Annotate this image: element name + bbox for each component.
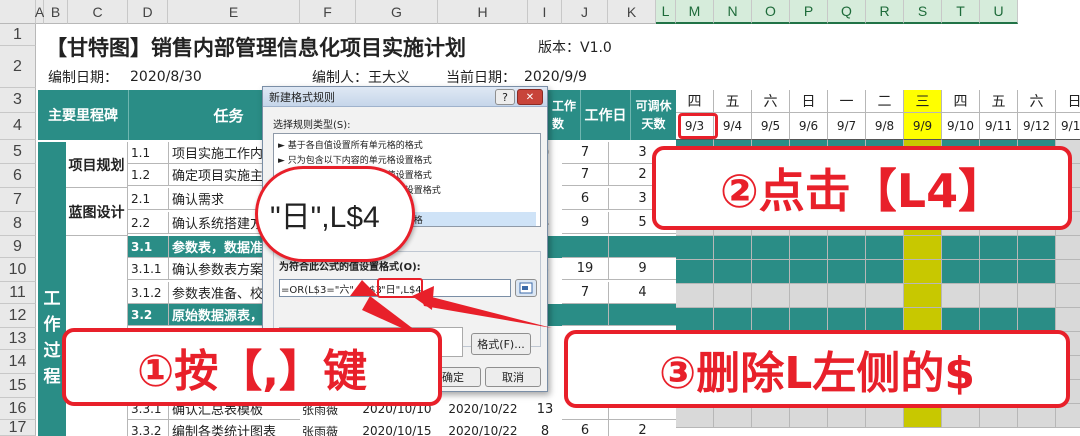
arrow-step3 [420,294,552,328]
callout-step2: ②点击【L4】 [652,146,1072,230]
excel-window: ABCDEFGHIJKLMNOPQRSTU 1 2 3 4 5 6 7 8 9 10 11 12 13 1… [0,0,1080,436]
callout-step1: ①按【,】键 [62,328,442,406]
callout-step3: ③删除L左侧的$ [564,330,1070,408]
arrowhead-step3 [412,286,434,310]
arrowhead-step1 [350,280,378,296]
